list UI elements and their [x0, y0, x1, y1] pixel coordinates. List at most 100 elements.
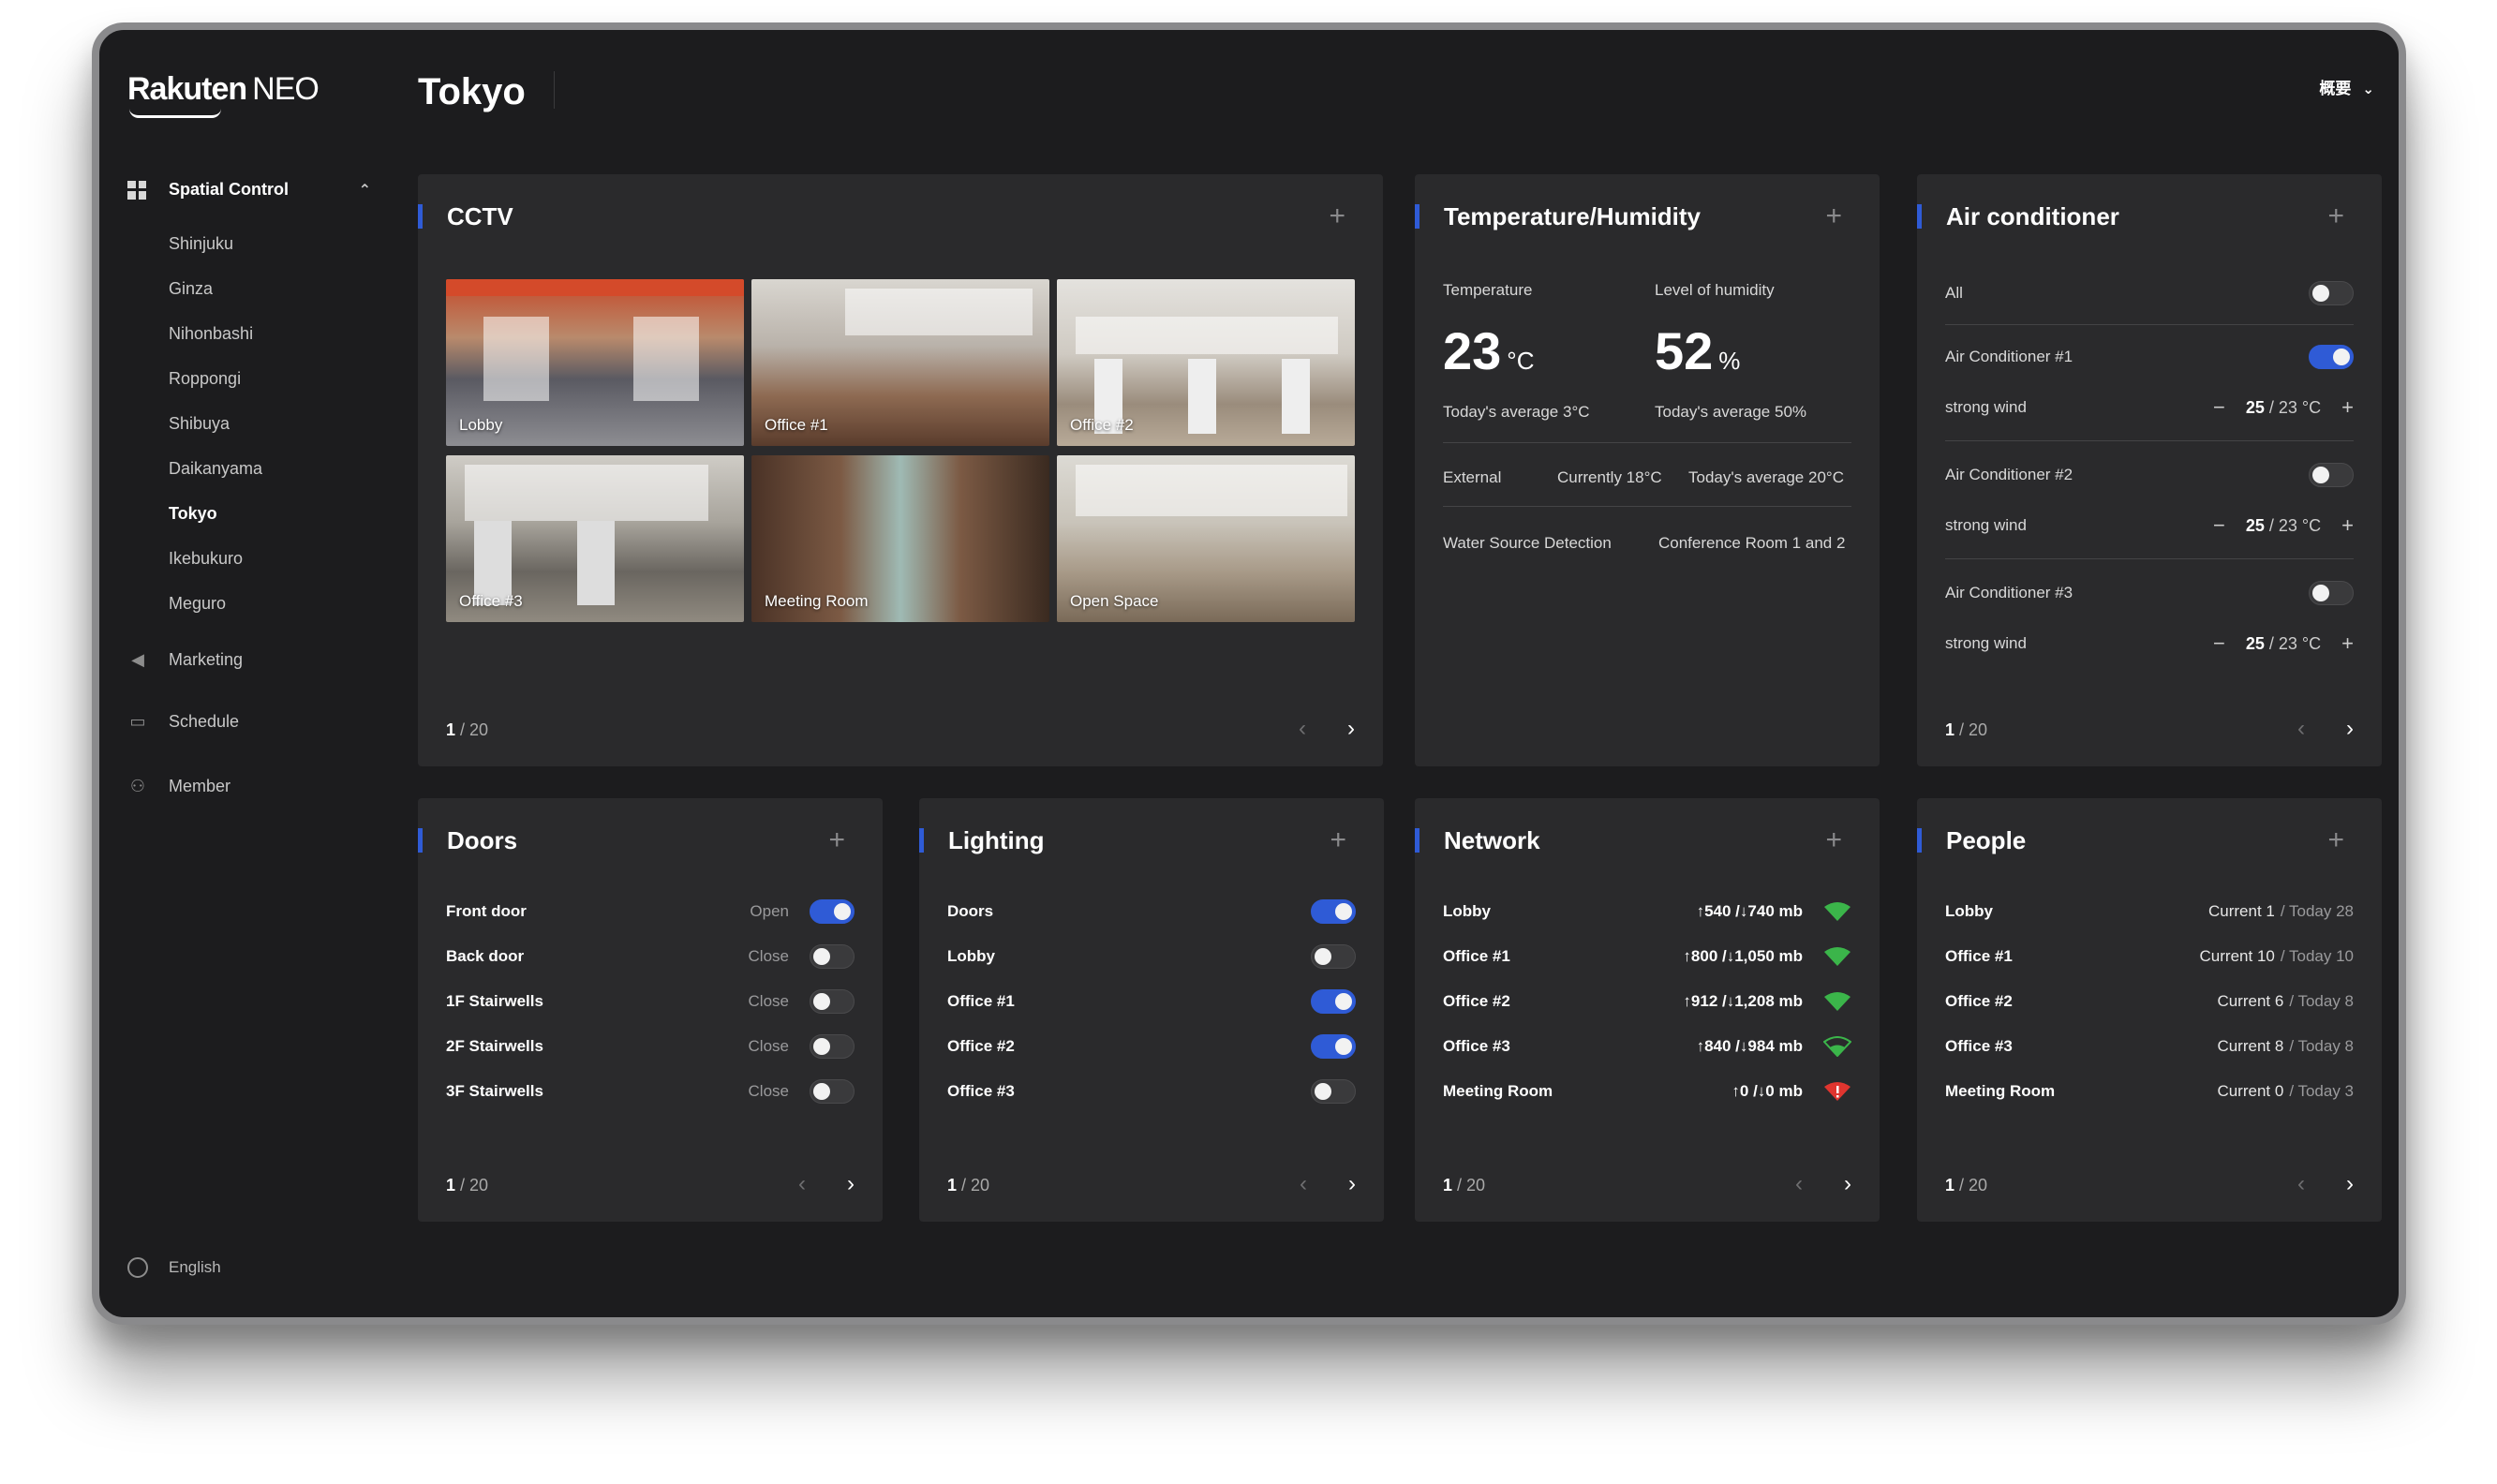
add-icon[interactable]: + — [2327, 824, 2344, 856]
temperature-stepper: −25 / 23 °C + — [2213, 631, 2354, 656]
ac-unit-name: Air Conditioner #1 — [1945, 348, 2073, 365]
nav-member[interactable]: ⚇ Member — [127, 777, 230, 796]
external-label: External — [1443, 468, 1502, 486]
location-item[interactable]: Ginza — [169, 279, 262, 324]
ac-unit-row: Air Conditioner #1 — [1945, 343, 2354, 371]
chevron-right-icon[interactable]: › — [847, 1171, 855, 1197]
ac-unit-toggle[interactable] — [2309, 345, 2354, 369]
light-toggle[interactable] — [1311, 899, 1356, 924]
stepper-target: / 23 °C — [2268, 633, 2322, 653]
add-icon[interactable]: + — [828, 824, 845, 856]
pagination: 1 / 20 — [446, 720, 488, 740]
door-status: Close — [748, 992, 789, 1010]
location-item[interactable]: Roppongi — [169, 369, 262, 414]
add-icon[interactable]: + — [2327, 200, 2344, 232]
door-name: Back door — [446, 947, 525, 965]
chevron-right-icon[interactable]: › — [2346, 716, 2354, 742]
camera-feed-office-1[interactable]: Office #1 — [751, 279, 1049, 446]
page-current: 1 — [1443, 1176, 1453, 1195]
plus-icon[interactable]: + — [2341, 631, 2354, 656]
ac-mode[interactable]: strong wind — [1945, 634, 2027, 653]
language-selector[interactable]: English — [127, 1257, 221, 1278]
camera-feed-office-3[interactable]: Office #3 — [446, 455, 744, 622]
light-toggle[interactable] — [1311, 989, 1356, 1014]
water-detection-label: Water Source Detection — [1443, 534, 1612, 552]
door-toggle[interactable] — [810, 944, 855, 969]
door-toggle[interactable] — [810, 899, 855, 924]
nav-marketing[interactable]: ◀ Marketing — [127, 650, 243, 670]
location-item-active[interactable]: Tokyo — [169, 504, 262, 549]
view-selector[interactable]: 概要 ⌄ — [2319, 75, 2374, 98]
chevron-left-icon[interactable]: ‹ — [2297, 716, 2305, 742]
panel-header: Lighting — [919, 826, 1045, 854]
add-icon[interactable]: + — [1330, 824, 1346, 856]
logo[interactable]: Rakuten NEO — [127, 71, 320, 118]
nav-spatial-control[interactable]: Spatial Control ⌃ — [127, 180, 371, 200]
light-toggle[interactable] — [1311, 944, 1356, 969]
humidity-label: Level of humidity — [1655, 281, 1775, 299]
panel-header: People — [1917, 826, 2026, 854]
chevron-left-icon[interactable]: ‹ — [1300, 1171, 1307, 1197]
door-toggle[interactable] — [810, 1034, 855, 1059]
ac-all-toggle[interactable] — [2309, 281, 2354, 305]
add-icon[interactable]: + — [1825, 824, 1842, 856]
door-status: Open — [750, 902, 789, 920]
people-today: / Today 10 — [2280, 947, 2354, 965]
plus-icon[interactable]: + — [2341, 513, 2354, 538]
location-item[interactable]: Daikanyama — [169, 459, 262, 504]
stepper-current: 25 — [2245, 633, 2265, 653]
door-toggle[interactable] — [810, 989, 855, 1014]
chevron-left-icon[interactable]: ‹ — [798, 1171, 806, 1197]
ac-mode[interactable]: strong wind — [1945, 398, 2027, 417]
chevron-up-icon[interactable]: ⌃ — [359, 181, 371, 200]
people-row: Office #1 Current 10 / Today 10 — [1945, 942, 2354, 971]
location-item[interactable]: Shibuya — [169, 414, 262, 459]
accent-bar — [1917, 828, 1922, 853]
network-location: Office #3 — [1443, 1037, 1510, 1055]
accent-bar — [919, 828, 924, 853]
location-item[interactable]: Nihonbashi — [169, 324, 262, 369]
camera-feed-lobby[interactable]: Lobby — [446, 279, 744, 446]
chevron-left-icon[interactable]: ‹ — [2297, 1171, 2305, 1197]
chevron-right-icon[interactable]: › — [1348, 1171, 1356, 1197]
doors-panel: Doors + Front door Open Back door Close 1F… — [418, 798, 883, 1222]
nav-schedule[interactable]: ▭ Schedule — [127, 712, 239, 732]
network-row: Office #2 ↑912 /↓1,208 mb — [1443, 987, 1851, 1016]
people-location: Meeting Room — [1945, 1082, 2056, 1100]
light-toggle[interactable] — [1311, 1034, 1356, 1059]
panel-header: Network — [1415, 826, 1540, 854]
chevron-right-icon[interactable]: › — [2346, 1171, 2354, 1197]
light-toggle[interactable] — [1311, 1079, 1356, 1104]
sidebar: Rakuten NEO Spatial Control ⌃ Shinjuku Gi… — [99, 30, 409, 1317]
ac-mode[interactable]: strong wind — [1945, 516, 2027, 535]
camera-feed-office-2[interactable]: Office #2 — [1057, 279, 1355, 446]
chevron-left-icon[interactable]: ‹ — [1299, 716, 1306, 742]
minus-icon[interactable]: − — [2213, 631, 2225, 656]
add-icon[interactable]: + — [1825, 200, 1842, 232]
add-icon[interactable]: + — [1329, 200, 1345, 232]
chevron-left-icon[interactable]: ‹ — [1795, 1171, 1803, 1197]
humidity-unit: % — [1718, 347, 1741, 375]
minus-icon[interactable]: − — [2213, 395, 2225, 420]
people-current: Current 10 — [2199, 947, 2275, 965]
chevron-right-icon[interactable]: › — [1347, 716, 1355, 742]
temperature-value: 23 °C — [1443, 320, 1534, 381]
ac-unit-toggle[interactable] — [2309, 463, 2354, 487]
location-item[interactable]: Shinjuku — [169, 234, 262, 279]
grid-icon — [127, 180, 146, 200]
wifi-error-icon — [1823, 1081, 1851, 1102]
door-toggle[interactable] — [810, 1079, 855, 1104]
plus-icon[interactable]: + — [2341, 395, 2354, 420]
pager-arrows: ‹ › — [1299, 716, 1355, 742]
location-item[interactable]: Meguro — [169, 594, 262, 639]
people-current: Current 8 — [2217, 1037, 2284, 1055]
chevron-right-icon[interactable]: › — [1844, 1171, 1851, 1197]
location-item[interactable]: Ikebukuro — [169, 549, 262, 594]
camera-feed-meeting-room[interactable]: Meeting Room — [751, 455, 1049, 622]
camera-label: Open Space — [1070, 592, 1159, 610]
page-total: / 20 — [1959, 1176, 1988, 1195]
ac-unit-toggle[interactable] — [2309, 581, 2354, 605]
divider — [1945, 324, 2354, 325]
minus-icon[interactable]: − — [2213, 513, 2225, 538]
camera-feed-open-space[interactable]: Open Space — [1057, 455, 1355, 622]
